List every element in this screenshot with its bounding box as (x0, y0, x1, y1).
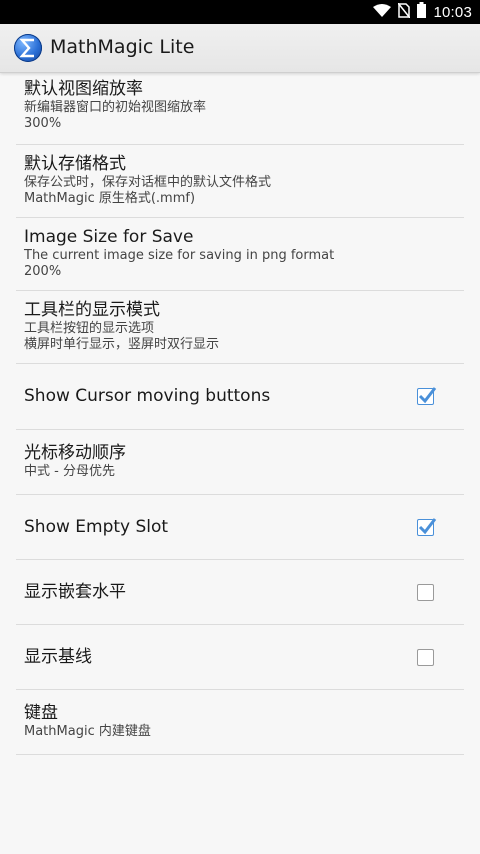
setting-summary: 新编辑器窗口的初始视图缩放率 (24, 100, 207, 115)
setting-title: 工具栏的显示模式 (24, 300, 160, 320)
setting-keyboard[interactable]: 键盘 MathMagic 内建键盘 (16, 690, 464, 755)
setting-title: Show Cursor moving buttons (24, 386, 271, 406)
setting-value: MathMagic 内建键盘 (24, 724, 151, 739)
setting-value: 横屏时单行显示，竖屏时双行显示 (24, 337, 220, 352)
setting-title: 显示嵌套水平 (24, 582, 126, 602)
setting-summary: 保存公式时，保存对话框中的默认文件格式 (24, 175, 272, 190)
setting-image-size[interactable]: Image Size for Save The current image si… (16, 218, 464, 291)
setting-title: 默认存储格式 (24, 154, 126, 174)
setting-title: 光标移动顺序 (24, 443, 126, 463)
settings-list: 默认视图缩放率 新编辑器窗口的初始视图缩放率 300% 默认存储格式 保存公式时… (16, 72, 464, 755)
no-sim-icon (397, 2, 412, 22)
setting-title: Image Size for Save (24, 227, 194, 247)
setting-value: MathMagic 原生格式(.mmf) (24, 191, 196, 206)
setting-default-zoom[interactable]: 默认视图缩放率 新编辑器窗口的初始视图缩放率 300% (16, 72, 464, 145)
setting-cursor-order[interactable]: 光标移动顺序 中式 - 分母优先 (16, 430, 464, 495)
baseline-checkbox[interactable] (417, 649, 434, 666)
setting-cursor-buttons[interactable]: Show Cursor moving buttons (16, 364, 464, 430)
setting-value: 中式 - 分母优先 (24, 464, 115, 479)
app-title: MathMagic Lite (50, 36, 195, 58)
setting-nesting-level[interactable]: 显示嵌套水平 (16, 560, 464, 625)
status-icons: 10:03 (373, 0, 472, 24)
setting-title: 键盘 (24, 703, 58, 723)
status-bar: 10:03 (0, 0, 480, 24)
app-bar: MathMagic Lite (0, 24, 480, 73)
setting-summary: 工具栏按钮的显示选项 (24, 321, 155, 336)
setting-title: Show Empty Slot (24, 517, 169, 537)
setting-title: 默认视图缩放率 (24, 79, 143, 99)
setting-summary: The current image size for saving in png… (24, 248, 335, 263)
setting-title: 显示基线 (24, 647, 92, 667)
setting-empty-slot[interactable]: Show Empty Slot (16, 495, 464, 560)
status-time: 10:03 (433, 3, 472, 21)
setting-baseline[interactable]: 显示基线 (16, 625, 464, 690)
setting-value: 300% (24, 116, 62, 131)
wifi-icon (373, 3, 392, 22)
sigma-app-icon (14, 34, 42, 62)
setting-default-format[interactable]: 默认存储格式 保存公式时，保存对话框中的默认文件格式 MathMagic 原生格… (16, 145, 464, 218)
setting-value: 200% (24, 264, 62, 279)
nesting-level-checkbox[interactable] (417, 584, 434, 601)
setting-toolbar-mode[interactable]: 工具栏的显示模式 工具栏按钮的显示选项 横屏时单行显示，竖屏时双行显示 (16, 291, 464, 364)
empty-slot-checkbox[interactable] (417, 518, 437, 536)
battery-icon (417, 2, 427, 22)
cursor-buttons-checkbox[interactable] (417, 387, 437, 405)
